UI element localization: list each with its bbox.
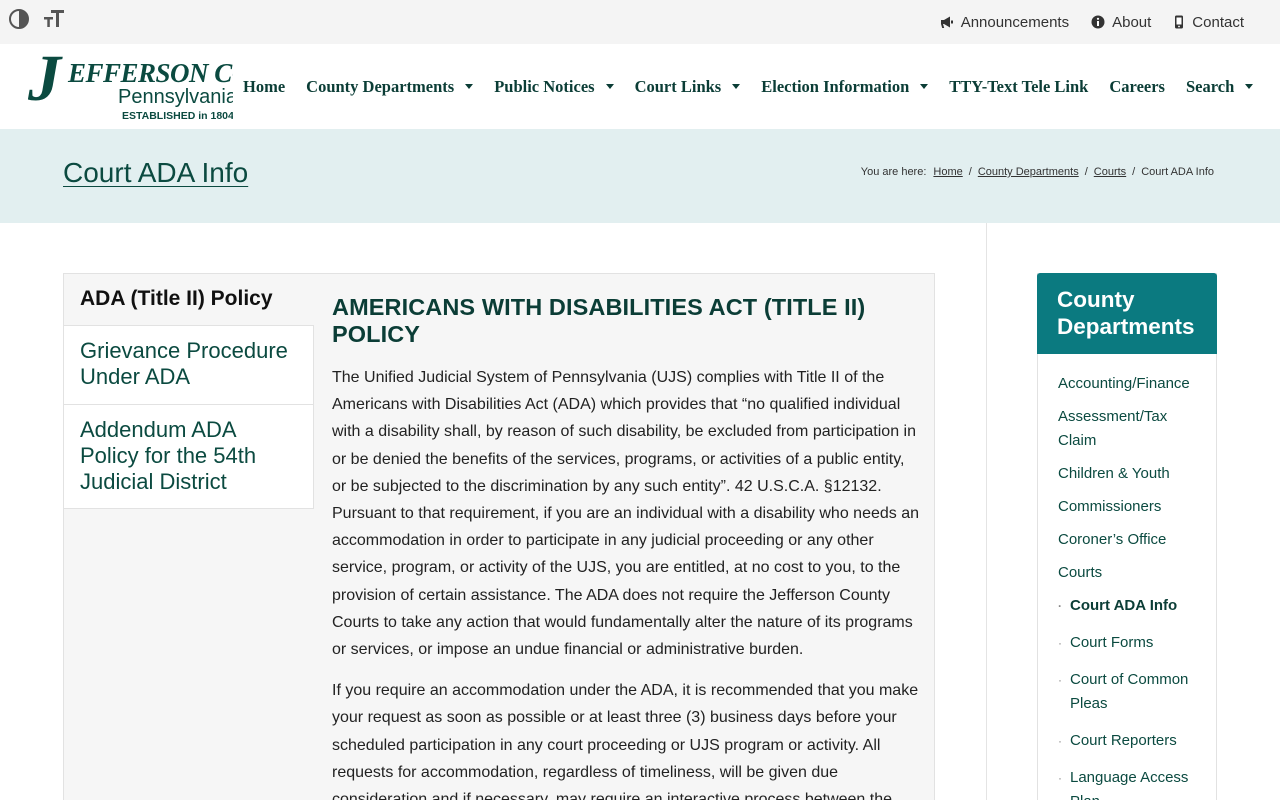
sidebar-item-coroners-office[interactable]: Coroner’s Office [1058,528,1208,552]
breadcrumb-home[interactable]: Home [933,166,962,178]
content-divider [986,223,987,800]
page-title[interactable]: Court ADA Info [63,157,248,189]
phone-icon [1175,15,1184,29]
sidebar-title: County Departments [1057,287,1195,339]
breadcrumb-courts[interactable]: Courts [1094,166,1126,178]
tab-addendum-ada-policy[interactable]: Addendum ADA Policy for the 54th Judicia… [64,405,314,509]
tab-label: Grievance Procedure Under ADA [80,338,288,389]
nav-court-links[interactable]: Court Links [635,77,741,97]
logo-state: Pennsylvania [118,86,233,108]
chevron-down-icon [732,84,741,89]
breadcrumb-separator: / [968,166,972,178]
megaphone-icon [940,16,953,28]
contrast-icon[interactable] [7,7,31,31]
panel-paragraph: The Unified Judicial System of Pennsylva… [332,369,920,659]
chevron-down-icon [605,84,614,89]
tab-ada-title-ii-policy[interactable]: ADA (Title II) Policy [64,274,314,326]
sidebar-item-accounting-finance[interactable]: Accounting/Finance [1058,372,1208,396]
breadcrumb-prefix: You are here: [860,166,927,178]
text-size-icon[interactable] [42,7,66,31]
sidebar-subitem-court-of-common-pleas[interactable]: Court of Common Pleas [1058,668,1208,716]
utility-bar: Announcements About Contact [0,0,1280,44]
sidebar-subitem-court-reporters[interactable]: Court Reporters [1058,729,1208,753]
nav-careers[interactable]: Careers [1109,77,1165,97]
panel-heading: AMERICANS WITH DISABILITIES ACT (TITLE I… [332,294,866,347]
panel-paragraph: If you require an accommodation under th… [332,682,919,800]
logo-name: EFFERSON COUNTY [68,58,233,88]
nav-search[interactable]: Search [1186,77,1254,97]
chevron-down-icon [465,84,474,89]
announcements-label: Announcements [960,13,1070,31]
logo-established: ESTABLISHED in 1804 [122,110,233,122]
sidebar-subitem-language-access-plan[interactable]: Language Access Plan [1058,766,1208,800]
tab-panel: AMERICANS WITH DISABILITIES ACT (TITLE I… [332,294,922,800]
nav-tty-text-tele-link[interactable]: TTY-Text Tele Link [949,77,1088,97]
tab-list: ADA (Title II) Policy Grievance Procedur… [64,274,314,509]
chevron-down-icon [920,84,929,89]
site-logo[interactable]: J EFFERSON COUNTY Pennsylvania ESTABLISH… [28,52,233,124]
about-link[interactable]: About [1091,14,1151,31]
sidebar-subitem-court-ada-info[interactable]: Court ADA Info [1058,594,1208,618]
sidebar-item-assessment-tax-claim[interactable]: Assessment/Tax Claim [1058,405,1208,453]
tab-label: ADA (Title II) Policy [80,287,273,310]
logo-initial: J [28,52,61,115]
info-icon [1091,15,1105,29]
nav-public-notices[interactable]: Public Notices [494,77,614,97]
contact-label: Contact [1192,13,1244,31]
tab-label: Addendum ADA Policy for the 54th Judicia… [80,417,257,494]
about-label: About [1112,13,1152,31]
contact-link[interactable]: Contact [1173,14,1244,31]
announcements-link[interactable]: Announcements [940,14,1069,31]
tab-grievance-procedure[interactable]: Grievance Procedure Under ADA [64,326,314,405]
sidebar-item-courts[interactable]: Courts [1058,561,1208,585]
nav-county-departments[interactable]: County Departments [306,77,474,97]
sidebar-subitem-court-forms[interactable]: Court Forms [1058,631,1208,655]
county-departments-sidebar: County Departments Accounting/Finance As… [1037,273,1217,800]
breadcrumb-county-departments[interactable]: County Departments [978,166,1079,178]
breadcrumb-separator: / [1132,166,1136,178]
nav-election-information[interactable]: Election Information [761,77,929,97]
sidebar-item-children-youth[interactable]: Children & Youth [1058,462,1208,486]
ada-tabs: ADA (Title II) Policy Grievance Procedur… [63,273,935,800]
page-title-band: Court ADA Info You are here: Home / Coun… [0,129,1280,223]
breadcrumb: You are here: Home / County Departments … [861,166,1214,178]
main-nav: Home County Departments Public Notices C… [243,44,1254,129]
sidebar-heading: County Departments [1037,273,1217,354]
chevron-down-icon [1245,84,1254,89]
nav-home[interactable]: Home [243,77,285,97]
sidebar-item-commissioners[interactable]: Commissioners [1058,495,1208,519]
breadcrumb-current: Court ADA Info [1141,166,1214,178]
sidebar-list: Accounting/Finance Assessment/Tax Claim … [1058,372,1208,800]
site-header: J EFFERSON COUNTY Pennsylvania ESTABLISH… [0,44,1280,129]
breadcrumb-separator: / [1084,166,1088,178]
